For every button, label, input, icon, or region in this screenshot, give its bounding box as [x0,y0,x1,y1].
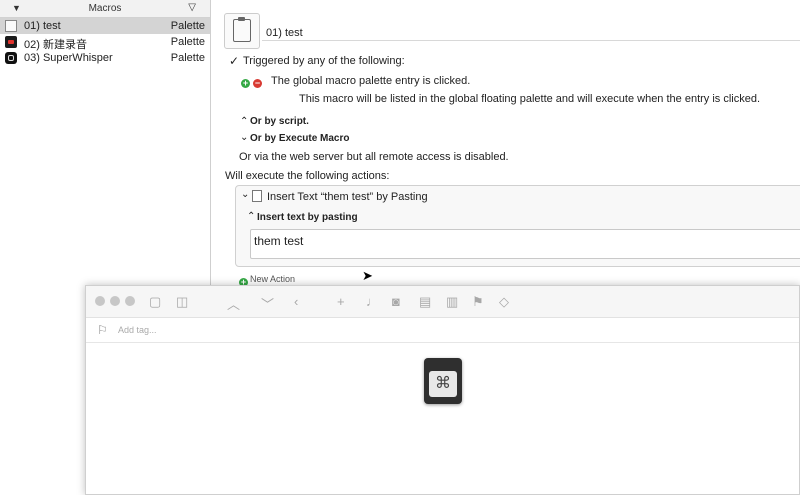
or-by-execute-macro[interactable]: Or by Execute Macro [250,133,349,144]
clipboard-icon [252,190,262,202]
triggered-label: Triggered by any of the following: [243,55,405,67]
macro-row-03[interactable]: 03) SuperWhisper Palette [0,50,210,66]
macro-trigger: Palette [170,36,205,48]
foreground-app-window: ▢ ◫ ︿ ﹀ ‹ + ♩ ◙ ▤ ▥ ⚑ ◇ ⚐ Add tag... ⌘ [85,285,800,495]
action-disclosure-icon[interactable]: ⌄ [241,189,249,200]
filter-triangle-icon[interactable]: ▽ [188,2,196,13]
flag-icon[interactable]: ⚑ [472,294,484,310]
mic-icon[interactable]: ♩ [366,294,379,309]
window-toolbar: ▢ ◫ ︿ ﹀ ‹ + ♩ ◙ ▤ ▥ ⚑ ◇ [86,286,799,318]
method-chevron-icon[interactable]: ⌃ [247,211,255,222]
trigger-enabled-checkbox[interactable]: ✓ [229,54,239,68]
insert-method-popup[interactable]: Insert text by pasting [257,212,358,223]
palette-trigger-text: The global macro palette entry is clicke… [271,75,471,87]
add-trigger-button[interactable]: + [241,75,250,89]
new-action-label[interactable]: New Action [250,274,295,284]
will-execute-label: Will execute the following actions: [225,170,390,182]
or-by-script[interactable]: Or by script. [250,116,309,127]
chevron-up-icon[interactable]: ︿ [227,294,240,313]
macro-trigger: Palette [170,52,205,64]
remove-trigger-button[interactable]: − [253,75,262,89]
insert-text-field[interactable]: them test [250,229,800,259]
doc-icon[interactable]: ▤ [419,294,431,310]
macro-list-title: Macros [88,3,122,14]
panel-icon[interactable]: ◫ [176,294,188,310]
flag-icon[interactable]: ⚐ [97,323,108,337]
clipboard-icon [233,19,251,42]
plus-icon[interactable]: + [337,294,345,309]
macro-name-value: 01) test [266,27,303,39]
superwhisper-app-icon [5,52,17,64]
camera-icon[interactable]: ◙ [392,294,400,309]
macro-row-02[interactable]: 02) 新建录音 Palette [0,34,210,51]
mouse-cursor-icon: ➤ [362,268,373,283]
zoom-window-button[interactable] [125,296,135,306]
add-tag-input[interactable]: Add tag... [118,325,157,335]
macro-row-01[interactable]: 01) test Palette [0,18,210,34]
keyboard-maestro-app-icon: ⌘ [424,358,462,404]
tag-bar: ⚐ Add tag... [86,318,799,343]
disclosure-icon[interactable]: ⌄ [240,132,248,143]
minimize-window-button[interactable] [110,296,120,306]
trash-icon[interactable]: ▥ [446,294,458,310]
chevron-down-icon[interactable]: ﹀ [261,294,274,313]
insert-text-value: them test [254,234,304,248]
macro-name-field[interactable]: 01) test [262,14,800,41]
macro-list-header[interactable]: ▼ Macros ▽ [0,0,210,18]
macro-trigger: Palette [170,20,205,32]
palette-trigger-description: This macro will be listed in the global … [299,93,761,105]
plus-icon: + [241,78,250,88]
macro-icon-well[interactable] [224,13,260,49]
macro-name: 01) test [24,20,61,32]
recorder-app-icon [5,36,17,48]
sidebar-icon[interactable]: ▢ [149,294,161,310]
tag-icon[interactable]: ◇ [499,294,509,310]
action-insert-text[interactable]: ⌄ Insert Text “them test” by Pasting ⌃ I… [235,185,800,267]
macro-name: 03) SuperWhisper [24,52,113,64]
document-icon [5,20,17,32]
close-window-button[interactable] [95,296,105,306]
web-server-note: Or via the web server but all remote acc… [239,151,509,163]
expand-icon[interactable]: ⌃ [240,116,248,127]
back-icon[interactable]: ‹ [294,294,298,309]
action-title: Insert Text “them test” by Pasting [267,191,428,203]
minus-icon: − [253,78,262,88]
